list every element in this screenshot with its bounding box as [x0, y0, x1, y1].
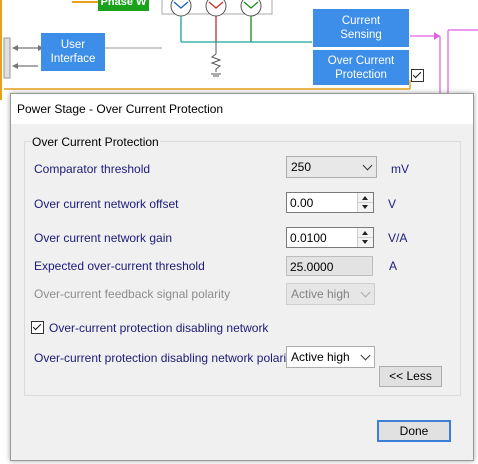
network-gain-value: 0.0100 — [290, 231, 327, 245]
user-interface-label: User Interface — [50, 39, 96, 65]
dialog-title: Power Stage - Over Current Protection — [17, 102, 224, 116]
expected-threshold-label: Expected over-current threshold — [34, 259, 205, 273]
over-current-protection-dialog: Power Stage - Over Current Protection Ov… — [10, 93, 474, 461]
phase-w-label: Phase W — [100, 0, 147, 8]
network-offset-value: 0.00 — [290, 196, 314, 210]
disabling-network-checkbox[interactable] — [31, 321, 44, 334]
current-sensing-block[interactable]: Current Sensing — [313, 9, 409, 47]
current-sensing-label: Current Sensing — [340, 15, 382, 41]
expected-threshold-unit: A — [389, 259, 398, 273]
over-current-block-checkbox[interactable] — [411, 69, 424, 82]
over-current-protection-label: Over Current Protection — [327, 54, 395, 81]
network-offset-spin-buttons — [357, 193, 373, 212]
block-diagram: Phase W User Interface Current Sensing O… — [0, 0, 478, 100]
chevron-down-icon — [360, 350, 371, 361]
spin-down-icon[interactable] — [358, 203, 373, 212]
disabling-polarity-select[interactable]: Active high — [286, 346, 375, 368]
feedback-polarity-value: Active high — [291, 287, 350, 301]
done-button-label: Done — [399, 424, 429, 438]
done-button[interactable]: Done — [377, 420, 451, 442]
spin-down-icon[interactable] — [358, 238, 373, 247]
feedback-polarity-label: Over-current feedback signal polarity — [34, 287, 231, 301]
comparator-threshold-select[interactable]: 250 — [286, 156, 377, 178]
less-button-label: << Less — [389, 369, 432, 383]
network-gain-label: Over current network gain — [34, 231, 173, 245]
group-title: Over Current Protection — [31, 135, 160, 149]
network-gain-unit: V/A — [388, 231, 408, 245]
comparator-threshold-value: 250 — [291, 160, 312, 174]
expected-threshold-value: 25.0000 — [290, 260, 334, 274]
disabling-polarity-value: Active high — [291, 350, 350, 364]
disabling-network-label[interactable]: Over-current protection disabling networ… — [49, 321, 268, 335]
feedback-polarity-select: Active high — [286, 283, 375, 305]
over-current-protection-block[interactable]: Over Current Protection — [313, 50, 409, 85]
chevron-down-icon — [362, 160, 373, 171]
less-button[interactable]: << Less — [379, 366, 442, 387]
phase-w-block[interactable]: Phase W — [98, 0, 149, 11]
network-gain-spinner[interactable]: 0.0100 — [286, 227, 374, 248]
network-offset-spinner[interactable]: 0.00 — [286, 192, 374, 213]
network-gain-spin-buttons — [357, 228, 373, 247]
user-interface-block[interactable]: User Interface — [41, 33, 105, 71]
comparator-threshold-unit: mV — [391, 162, 409, 176]
comparator-threshold-label: Comparator threshold — [34, 162, 151, 176]
network-offset-label: Over current network offset — [34, 197, 179, 211]
disabling-polarity-label: Over-current protection disabling networ… — [34, 351, 296, 365]
chevron-down-icon — [360, 287, 371, 298]
network-offset-unit: V — [388, 197, 397, 211]
expected-threshold-field: 25.0000 — [286, 256, 373, 276]
spin-up-icon[interactable] — [358, 228, 373, 238]
dialog-titlebar[interactable]: Power Stage - Over Current Protection — [11, 94, 473, 124]
spin-up-icon[interactable] — [358, 193, 373, 203]
